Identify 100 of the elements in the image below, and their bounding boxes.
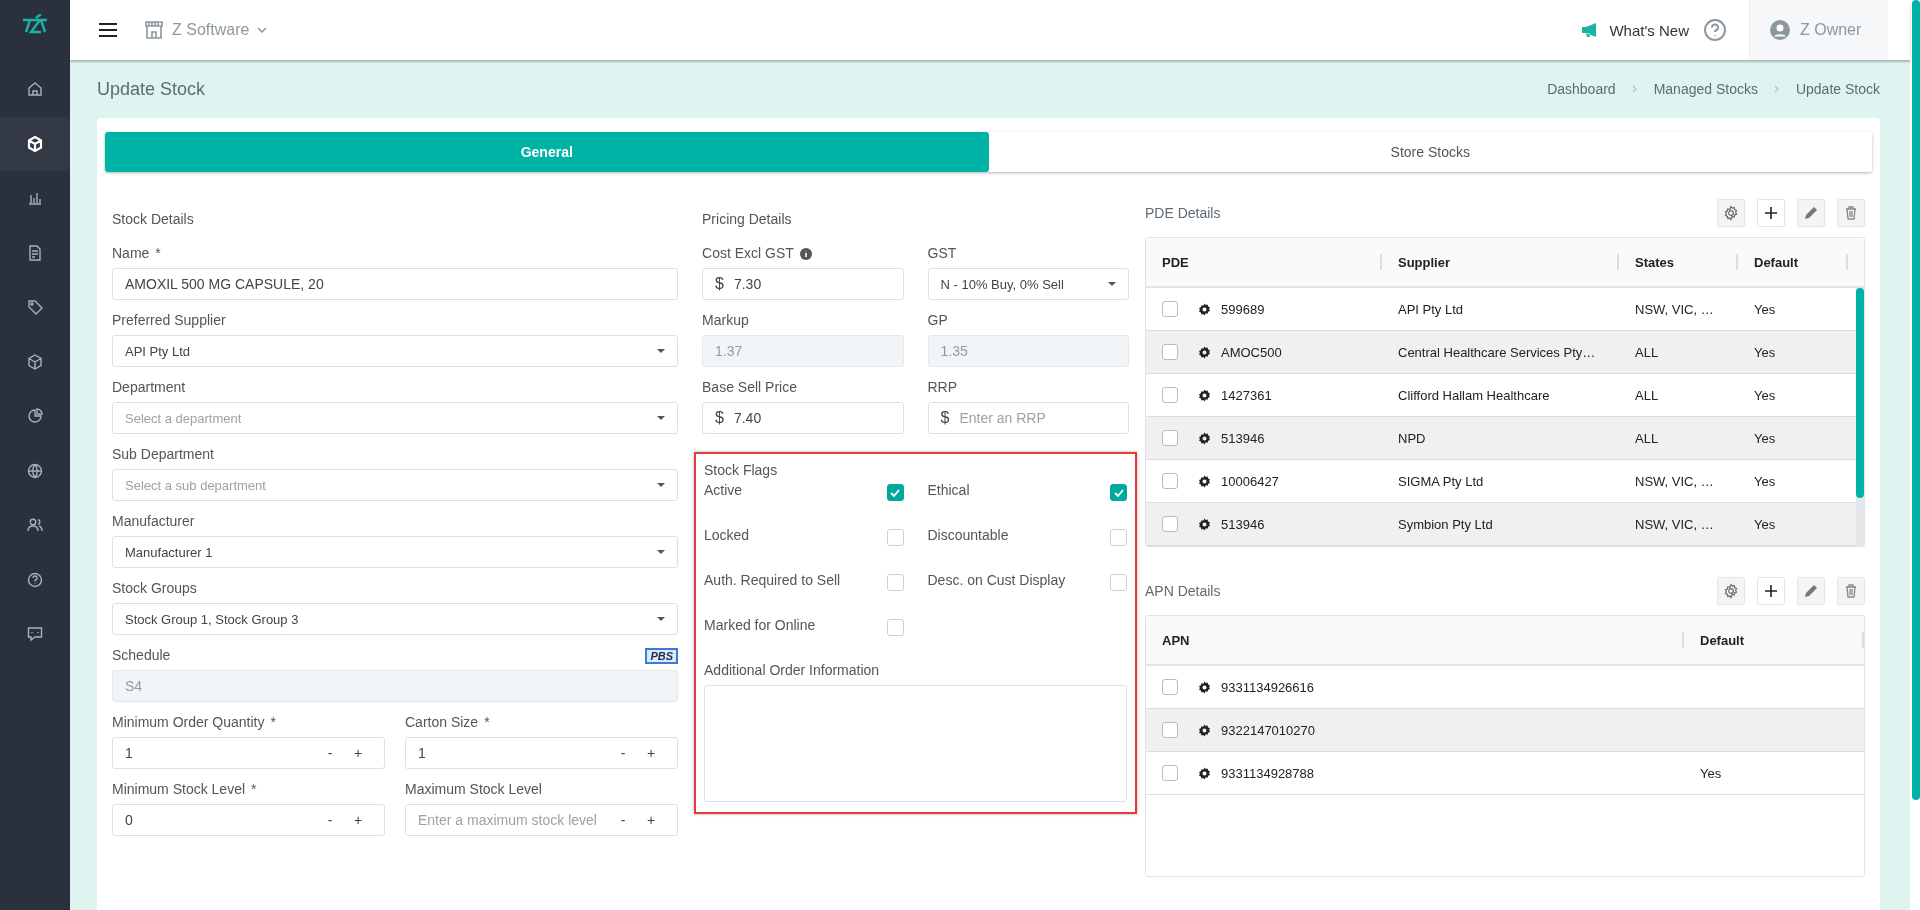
checkbox[interactable] — [1162, 301, 1178, 317]
select-field[interactable]: N - 10% Buy, 0% Sell — [927, 268, 1129, 300]
settings-icon[interactable] — [1198, 388, 1211, 402]
number-field[interactable]: 1 - + — [405, 737, 678, 769]
settings-icon[interactable] — [1198, 680, 1211, 694]
field-label: Stock Flags — [704, 462, 778, 478]
scrollbar-thumb[interactable] — [1856, 288, 1864, 498]
increment-button[interactable]: + — [344, 812, 372, 828]
decrement-button[interactable]: - — [609, 812, 637, 828]
globe-icon — [27, 462, 43, 479]
checkbox[interactable] — [886, 529, 904, 546]
delete-button[interactable] — [1837, 577, 1865, 605]
table-cell-text: Central Healthcare Services Pty… — [1397, 344, 1597, 360]
delete-button[interactable] — [1837, 199, 1865, 227]
plus-icon — [1763, 205, 1779, 221]
table-cell-text: ALL — [1634, 387, 1660, 403]
settings-icon[interactable] — [1198, 302, 1211, 316]
settings-icon[interactable] — [1198, 723, 1211, 737]
checkbox[interactable] — [1162, 344, 1178, 360]
column-header[interactable]: States — [1619, 254, 1738, 270]
table-row[interactable]: AMOC500 Central Healthcare Services Pty… ALL Yes — [1146, 331, 1856, 374]
number-field[interactable]: 0 - + — [112, 804, 385, 836]
edit-button[interactable] — [1797, 577, 1825, 605]
checkbox[interactable] — [1162, 473, 1178, 489]
pbs-badge: PBS — [645, 647, 678, 664]
checkbox[interactable] — [1162, 516, 1178, 532]
select-field[interactable]: Manufacturer 1 — [112, 536, 678, 568]
breadcrumb-link[interactable]: Dashboard — [1547, 81, 1616, 97]
currency-field[interactable]: $ 7.40 — [702, 402, 904, 434]
edit-button[interactable] — [1797, 199, 1825, 227]
add-button[interactable] — [1757, 199, 1785, 227]
menu-icon[interactable] — [98, 22, 118, 38]
checkbox-label: Marked for Online — [704, 617, 816, 634]
table-row[interactable]: 9322147010270 — [1146, 709, 1864, 752]
table-cell-text: NSW, VIC, … — [1634, 473, 1715, 489]
checkbox[interactable] — [1162, 430, 1178, 446]
chevron-icon — [1631, 85, 1638, 93]
decrement-button[interactable]: - — [609, 745, 637, 761]
select-field[interactable]: API Pty Ltd — [112, 335, 678, 367]
table-row[interactable]: 9331134928788 Yes — [1146, 752, 1864, 795]
column-header[interactable]: Supplier — [1382, 254, 1619, 270]
trash-icon — [1843, 205, 1859, 221]
checkbox[interactable] — [1162, 679, 1178, 695]
select-field[interactable]: Stock Group 1, Stock Group 3 — [112, 603, 678, 635]
checkbox[interactable] — [886, 574, 904, 591]
scrollbar-thumb[interactable] — [1912, 0, 1920, 800]
field-label: Base Sell Price — [702, 379, 797, 396]
checkbox[interactable] — [1110, 484, 1127, 501]
number-field[interactable]: Enter a maximum stock level - + — [405, 804, 678, 836]
increment-button[interactable]: + — [344, 745, 372, 761]
add-button[interactable] — [1757, 577, 1785, 605]
field-label: Carton Size * — [405, 714, 491, 731]
chevron-icon — [257, 27, 268, 33]
field-label: Schedule — [112, 647, 171, 664]
checkbox[interactable] — [1110, 574, 1127, 591]
column-header[interactable]: Default — [1738, 254, 1848, 270]
column-header[interactable]: Default — [1684, 632, 1864, 648]
table-cell-text: Yes — [1753, 387, 1777, 403]
whats-new-link[interactable]: What's New — [1581, 21, 1689, 39]
column-header[interactable]: PDE — [1146, 254, 1382, 270]
settings-button[interactable] — [1717, 199, 1745, 227]
decrement-button[interactable]: - — [316, 745, 344, 761]
currency-field[interactable]: $ Enter an RRP — [927, 402, 1129, 434]
chevron-icon — [1773, 85, 1780, 93]
checkbox[interactable] — [1162, 722, 1178, 738]
tab[interactable]: Store Stocks — [988, 132, 1872, 172]
currency-field[interactable]: $ 7.30 — [702, 268, 904, 300]
help-icon[interactable] — [1703, 18, 1727, 42]
nav-item[interactable] — [0, 116, 70, 171]
increment-button[interactable]: + — [637, 745, 665, 761]
settings-icon[interactable] — [1198, 517, 1211, 531]
checkmark-icon — [890, 488, 900, 497]
info-icon[interactable] — [799, 247, 812, 260]
settings-icon[interactable] — [1198, 431, 1211, 445]
increment-button[interactable]: + — [637, 812, 665, 828]
checkbox[interactable] — [1162, 387, 1178, 403]
table-row[interactable]: 513946 NPD ALL Yes — [1146, 417, 1856, 460]
table-cell-text: API Pty Ltd — [1397, 301, 1465, 317]
breadcrumb-link[interactable]: Managed Stocks — [1653, 81, 1758, 97]
column-header[interactable]: APN — [1146, 632, 1684, 648]
settings-icon[interactable] — [1198, 474, 1211, 488]
table-row[interactable]: 513946 Symbion Pty Ltd NSW, VIC, … Yes — [1146, 503, 1856, 546]
text-field[interactable]: AMOXIL 500 MG CAPSULE, 20 — [112, 268, 678, 300]
decrement-button[interactable]: - — [316, 812, 344, 828]
settings-button[interactable] — [1717, 577, 1745, 605]
table-cell: AMOC500 — [1221, 344, 1282, 360]
field-label: Stock Groups — [112, 580, 197, 597]
checkbox[interactable] — [886, 619, 904, 636]
checkbox[interactable] — [886, 484, 904, 501]
caret-icon — [1108, 282, 1116, 286]
field-label: Manufacturer — [112, 513, 195, 530]
checkbox-label: Desc. on Cust Display — [927, 572, 1066, 589]
field-label: Additional Order Information — [704, 662, 881, 679]
settings-icon[interactable] — [1198, 766, 1211, 780]
section-heading: Pricing Details — [702, 210, 793, 229]
settings-icon[interactable] — [1198, 345, 1211, 359]
number-field[interactable]: 1 - + — [112, 737, 385, 769]
checkbox[interactable] — [1162, 765, 1178, 781]
checkbox[interactable] — [1110, 529, 1127, 546]
table-cell-text: Yes — [1699, 765, 1723, 781]
